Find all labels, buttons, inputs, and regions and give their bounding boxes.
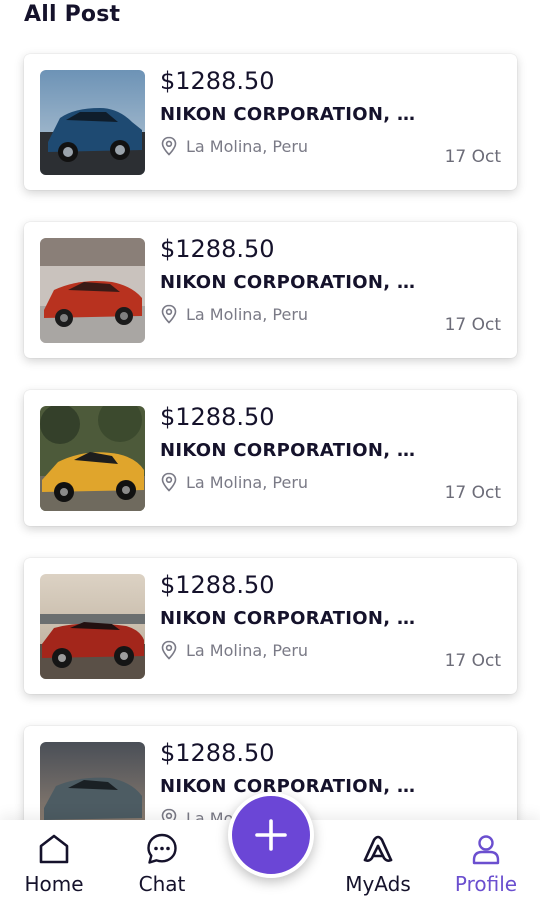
post-location: La Molina, Peru — [160, 136, 308, 156]
add-post-button[interactable] — [228, 792, 314, 878]
post-image-red-sports-car[interactable] — [40, 238, 145, 343]
post-image-grey-sports-sedan[interactable] — [40, 742, 145, 820]
post-price: $1288.50 — [160, 571, 275, 599]
post-location-text: La Molina, Peru — [186, 304, 309, 324]
post-company: NIKON CORPORATION, N... — [160, 440, 420, 461]
nav-label-profile: Profile — [454, 872, 518, 896]
post-date: 17 Oct — [444, 147, 501, 167]
post-image-yellow-supercar[interactable] — [40, 406, 145, 511]
post-company: NIKON CORPORATION, N... — [160, 104, 420, 125]
post-location: La Molina, Peru — [160, 640, 308, 660]
page-title: All Post — [24, 2, 121, 27]
post-list: All Post $1288.50 NIKON CORPORATION, N..… — [0, 0, 540, 820]
post-price: $1288.50 — [160, 403, 275, 431]
ads-icon — [363, 835, 393, 862]
chat-icon — [147, 833, 177, 864]
post-price: $1288.50 — [160, 739, 275, 767]
nav-item-chat[interactable]: Chat — [112, 832, 212, 896]
location-pin-icon — [161, 136, 177, 156]
location-pin-icon — [161, 640, 177, 660]
post-price: $1288.50 — [160, 235, 275, 263]
post-location-text: La Molina, Peru — [186, 640, 309, 660]
post-location: La Molina, Peru — [160, 472, 308, 492]
nav-item-myads[interactable]: MyAds — [328, 832, 428, 896]
plus-icon — [255, 819, 287, 851]
post-card[interactable]: $1288.50 NIKON CORPORATION, N... La Moli… — [24, 54, 517, 190]
post-company: NIKON CORPORATION, N... — [160, 272, 420, 293]
nav-label-chat: Chat — [138, 872, 186, 896]
nav-item-home[interactable]: Home — [4, 832, 104, 896]
post-date: 17 Oct — [444, 651, 501, 671]
post-location-text: La Molina, Peru — [186, 472, 309, 492]
location-pin-icon — [161, 808, 177, 820]
location-pin-icon — [161, 304, 177, 324]
post-location-text: La Molina, Peru — [186, 136, 309, 156]
profile-icon — [472, 835, 500, 865]
post-location: La Molina, Peru — [160, 304, 308, 324]
post-date: 17 Oct — [444, 483, 501, 503]
post-company: NIKON CORPORATION, N... — [160, 608, 420, 629]
post-company: NIKON CORPORATION, N... — [160, 776, 420, 797]
post-card[interactable]: $1288.50 NIKON CORPORATION, N... La Moli… — [24, 390, 517, 526]
post-image-blue-sedan[interactable] — [40, 70, 145, 175]
nav-label-home: Home — [24, 872, 84, 896]
post-image-red-classic-muscle-car[interactable] — [40, 574, 145, 679]
post-card[interactable]: $1288.50 NIKON CORPORATION, N... La Moli… — [24, 558, 517, 694]
nav-label-myads: MyAds — [345, 872, 411, 896]
nav-item-profile[interactable]: Profile — [436, 832, 536, 896]
post-card[interactable]: $1288.50 NIKON CORPORATION, N... La Moli… — [24, 222, 517, 358]
home-icon — [39, 834, 69, 864]
post-price: $1288.50 — [160, 67, 275, 95]
post-date: 17 Oct — [444, 315, 501, 335]
location-pin-icon — [161, 472, 177, 492]
